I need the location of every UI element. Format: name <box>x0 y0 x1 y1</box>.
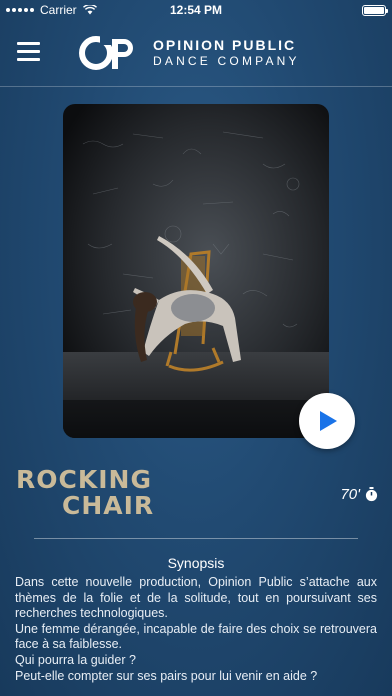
brand-line-2: DANCE COMPANY <box>153 54 300 68</box>
show-title: ROCKING CHAIR <box>16 467 176 519</box>
header-divider <box>0 86 392 87</box>
duration-text: 70' <box>340 486 360 503</box>
status-time: 12:54 PM <box>169 3 223 17</box>
app-header: OPINION PUBLIC DANCE COMPANY <box>0 20 392 86</box>
stopwatch-icon <box>365 487 378 502</box>
synopsis-paragraph-1: Dans cette nouvelle production, Opinion … <box>15 575 377 621</box>
brand-line-1: OPINION PUBLIC <box>153 37 297 53</box>
synopsis-paragraph-4: Peut-elle compter sur ses pairs pour lui… <box>15 668 318 683</box>
synopsis-paragraph-2: Une femme dérangée, incapable de faire d… <box>15 621 377 652</box>
battery-fill <box>364 7 384 14</box>
opinion-public-logo <box>79 35 133 70</box>
show-title-line-1: ROCKING <box>16 465 152 494</box>
show-poster-image <box>63 104 329 438</box>
synopsis-paragraph-3: Qui pourra la guider ? <box>15 652 136 667</box>
brand-name: OPINION PUBLIC DANCE COMPANY <box>153 37 300 69</box>
battery-icon <box>362 5 388 16</box>
section-divider <box>34 538 358 539</box>
hamburger-menu-icon[interactable] <box>17 42 40 62</box>
play-button[interactable] <box>299 393 355 449</box>
play-icon <box>320 411 337 431</box>
status-bar: Carrier 12:54 PM <box>0 0 392 20</box>
show-title-line-2: CHAIR <box>62 491 155 520</box>
synopsis-heading: Synopsis <box>167 555 225 571</box>
show-duration: 70' <box>340 486 378 503</box>
synopsis-text: Dans cette nouvelle production, Opinion … <box>15 575 377 684</box>
